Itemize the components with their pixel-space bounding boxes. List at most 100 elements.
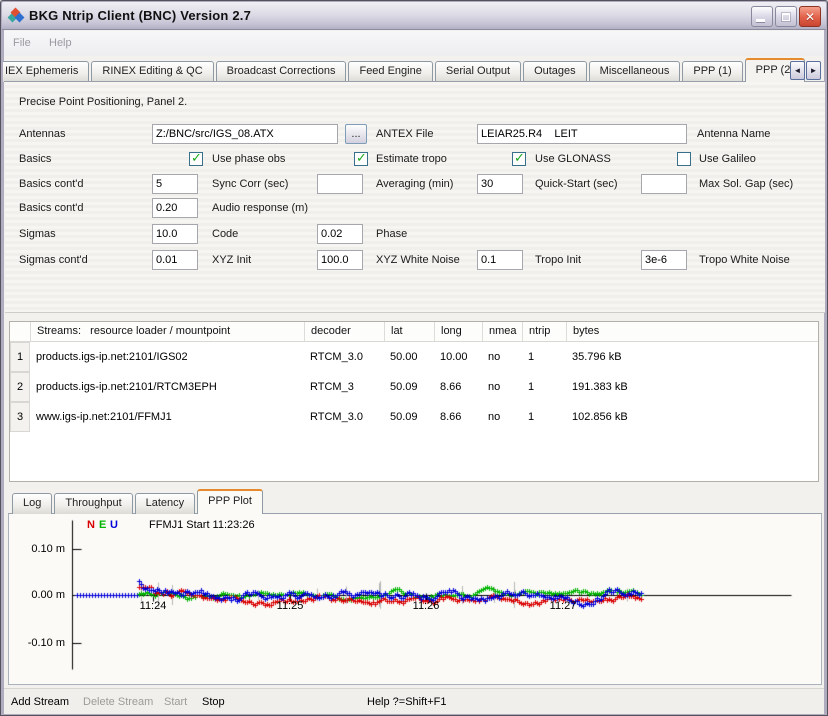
x-tick-label: 11:24 xyxy=(133,600,173,612)
header-nmea: nmea xyxy=(482,322,522,341)
y-tick-label: 0.00 m xyxy=(15,589,65,601)
max-sol-gap-input[interactable] xyxy=(641,174,687,194)
sync-corr-input[interactable] xyxy=(152,174,198,194)
antennas-row-label: Antennas xyxy=(19,128,65,140)
xyz-white-noise-input[interactable] xyxy=(317,250,363,270)
menu-help[interactable]: Help xyxy=(49,37,72,49)
sigma-code-label: Code xyxy=(212,228,238,240)
cell-mountpoint: www.igs-ip.net:2101/FFMJ1 xyxy=(30,411,304,423)
tab-latency[interactable]: Latency xyxy=(135,493,196,514)
tab-serial-output[interactable]: Serial Output xyxy=(435,61,521,82)
header-rownum xyxy=(10,322,30,341)
cell-bytes: 102.856 kB xyxy=(566,411,818,423)
max-sol-gap-label: Max Sol. Gap (sec) xyxy=(699,178,793,190)
tab-rinex-ephemeris[interactable]: IEX Ephemeris xyxy=(3,61,89,82)
sigma-phase-input[interactable] xyxy=(317,224,363,244)
cell-lat: 50.09 xyxy=(384,411,434,423)
tab-outages[interactable]: Outages xyxy=(523,61,587,82)
cell-mountpoint: products.igs-ip.net:2101/RTCM3EPH xyxy=(30,381,304,393)
tab-rinex-editing-qc[interactable]: RINEX Editing & QC xyxy=(91,61,213,82)
cell-decoder: RTCM_3.0 xyxy=(304,351,384,363)
header-decoder: decoder xyxy=(304,322,384,341)
use-phase-obs-label: Use phase obs xyxy=(212,153,285,165)
audio-response-input[interactable] xyxy=(152,198,198,218)
delete-stream-button: Delete Stream xyxy=(83,696,153,708)
table-row[interactable]: 3 www.igs-ip.net:2101/FFMJ1 RTCM_3.0 50.… xyxy=(10,402,818,432)
cell-ntrip: 1 xyxy=(522,411,566,423)
cell-nmea: no xyxy=(482,411,522,423)
antex-browse-button[interactable]: ... xyxy=(345,124,367,144)
averaging-input[interactable] xyxy=(317,174,363,194)
tab-scroll-right-icon[interactable]: ► xyxy=(806,61,821,80)
cell-nmea: no xyxy=(482,381,522,393)
use-galileo-label: Use Galileo xyxy=(699,153,756,165)
row-number[interactable]: 1 xyxy=(10,342,30,372)
row-number[interactable]: 2 xyxy=(10,372,30,402)
x-tick-label: 11:27 xyxy=(543,600,583,612)
header-bytes: bytes xyxy=(566,322,818,341)
estimate-tropo-label: Estimate tropo xyxy=(376,153,447,165)
table-row[interactable]: 2 products.igs-ip.net:2101/RTCM3EPH RTCM… xyxy=(10,372,818,402)
basics-contd1-row-label: Basics cont'd xyxy=(19,178,83,190)
minimize-button[interactable] xyxy=(751,6,773,27)
tab-ppp-plot[interactable]: PPP Plot xyxy=(197,489,263,514)
cell-decoder: RTCM_3 xyxy=(304,381,384,393)
row-number[interactable]: 3 xyxy=(10,402,30,432)
tropo-white-noise-input[interactable] xyxy=(641,250,687,270)
plot-title: FFMJ1 Start 11:23:26 xyxy=(149,519,255,531)
ppp-plot-pane: N E U FFMJ1 Start 11:23:26 0.10 m 0.00 m… xyxy=(8,513,822,685)
antenna-name-input[interactable] xyxy=(477,124,687,144)
cell-ntrip: 1 xyxy=(522,351,566,363)
tab-broadcast-corrections[interactable]: Broadcast Corrections xyxy=(216,61,347,82)
tropo-white-noise-label: Tropo White Noise xyxy=(699,254,790,266)
cell-decoder: RTCM_3.0 xyxy=(304,411,384,423)
stop-button[interactable]: Stop xyxy=(202,696,225,708)
basics-row-label: Basics xyxy=(19,153,51,165)
tropo-init-label: Tropo Init xyxy=(535,254,581,266)
maximize-button[interactable] xyxy=(775,6,797,27)
antex-file-label: ANTEX File xyxy=(376,128,433,140)
quick-start-label: Quick-Start (sec) xyxy=(535,178,618,190)
use-galileo-checkbox[interactable] xyxy=(677,152,691,166)
menu-file[interactable]: File xyxy=(13,37,31,49)
cell-bytes: 35.796 kB xyxy=(566,351,818,363)
tab-miscellaneous[interactable]: Miscellaneous xyxy=(589,61,681,82)
streams-header-row: Streams: resource loader / mountpoint de… xyxy=(10,322,818,342)
xyz-white-noise-label: XYZ White Noise xyxy=(376,254,460,266)
tab-log[interactable]: Log xyxy=(12,493,52,514)
quick-start-input[interactable] xyxy=(477,174,523,194)
table-row[interactable]: 1 products.igs-ip.net:2101/IGS02 RTCM_3.… xyxy=(10,342,818,372)
antenna-name-label: Antenna Name xyxy=(697,128,770,140)
cell-bytes: 191.383 kB xyxy=(566,381,818,393)
help-shortcut-label: Help ?=Shift+F1 xyxy=(367,696,447,708)
minimize-icon xyxy=(756,19,765,22)
audio-response-label: Audio response (m) xyxy=(212,202,308,214)
panel-heading: Precise Point Positioning, Panel 2. xyxy=(19,96,187,108)
sigmas-contd-row-label: Sigmas cont'd xyxy=(19,254,88,266)
streams-table: Streams: resource loader / mountpoint de… xyxy=(9,321,819,482)
estimate-tropo-checkbox[interactable] xyxy=(354,152,368,166)
cell-lat: 50.09 xyxy=(384,381,434,393)
app-icon xyxy=(8,8,24,24)
x-tick-label: 11:25 xyxy=(270,600,310,612)
antex-file-input[interactable] xyxy=(152,124,338,144)
action-bar: Add Stream Delete Stream Start Stop Help… xyxy=(4,688,824,714)
header-long: long xyxy=(434,322,482,341)
legend-e: E xyxy=(99,519,106,531)
top-tab-strip: IEX Ephemeris RINEX Editing & QC Broadca… xyxy=(3,57,824,82)
tab-feed-engine[interactable]: Feed Engine xyxy=(348,61,432,82)
use-glonass-checkbox[interactable] xyxy=(512,152,526,166)
sigma-code-input[interactable] xyxy=(152,224,198,244)
tab-scroll-left-icon[interactable]: ◄ xyxy=(790,61,805,80)
close-button[interactable]: ✕ xyxy=(799,6,821,27)
use-phase-obs-checkbox[interactable] xyxy=(189,152,203,166)
xyz-init-input[interactable] xyxy=(152,250,198,270)
tab-ppp-1[interactable]: PPP (1) xyxy=(682,61,742,82)
y-tick-label: -0.10 m xyxy=(15,637,65,649)
tab-throughput[interactable]: Throughput xyxy=(54,493,132,514)
title-bar[interactable]: BKG Ntrip Client (BNC) Version 2.7 ✕ xyxy=(2,2,826,30)
sync-corr-label: Sync Corr (sec) xyxy=(212,178,288,190)
add-stream-button[interactable]: Add Stream xyxy=(11,696,69,708)
tropo-init-input[interactable] xyxy=(477,250,523,270)
xyz-init-label: XYZ Init xyxy=(212,254,251,266)
